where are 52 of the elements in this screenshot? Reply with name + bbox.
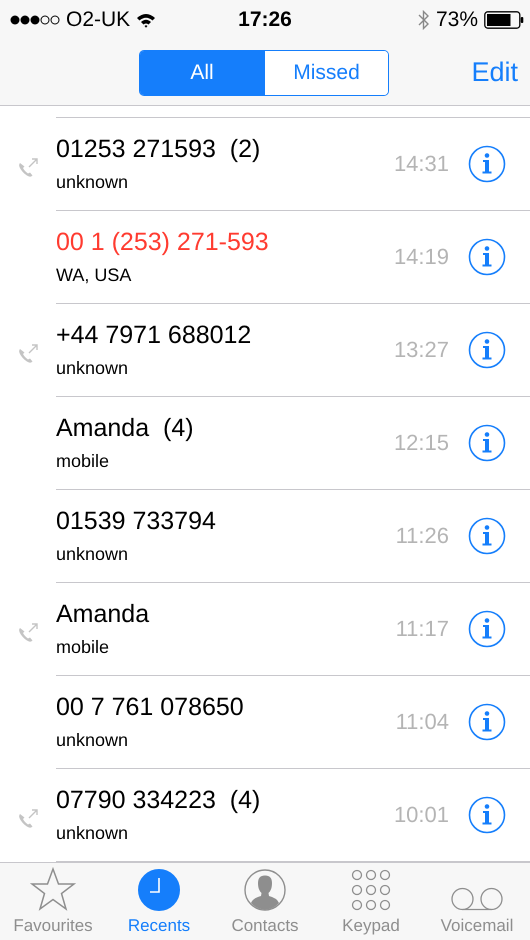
caller-label: unknown (56, 730, 130, 751)
tab-bar-item[interactable]: Keypad (318, 863, 424, 940)
info-icon[interactable] (468, 424, 506, 462)
caller-label: unknown (56, 823, 130, 844)
battery-percent: 73% (436, 8, 478, 32)
caller-label: WA, USA (56, 265, 132, 286)
info-icon[interactable] (468, 238, 506, 276)
info-icon[interactable] (468, 145, 506, 183)
wifi-icon (136, 12, 156, 28)
caller-label: mobile (56, 637, 110, 658)
signal-icon (10, 14, 60, 26)
caller-number: 00 1 (253) 271-593 (56, 228, 270, 257)
caller-number: Amanda (4) (56, 414, 195, 443)
call-time: 10:01 (394, 802, 449, 828)
caller-label: unknown (56, 172, 130, 193)
info-icon[interactable] (468, 331, 506, 369)
caller-number: Amanda (56, 600, 150, 629)
info-icon[interactable] (468, 610, 506, 648)
clock-icon (138, 869, 180, 911)
call-time: 14:19 (394, 244, 449, 270)
caller-label: mobile (56, 451, 110, 472)
caller-number: +44 7971 688012 (56, 321, 252, 350)
tab-bar-item[interactable]: Recents (106, 863, 212, 940)
info-icon[interactable] (468, 796, 506, 834)
carrier-name: O2-UK (66, 8, 130, 32)
call-time: 11:04 (396, 709, 449, 735)
keypad-icon (350, 869, 392, 911)
call-time: 11:17 (396, 616, 449, 642)
filter-tab[interactable]: All (140, 50, 264, 94)
caller-label: unknown (56, 544, 130, 565)
call-time: 14:31 (394, 151, 449, 177)
caller-number: 00 7 761 078650 (56, 693, 245, 722)
tab-bar-item[interactable]: Contacts (212, 863, 318, 940)
call-time: 12:15 (394, 430, 449, 456)
battery-icon (484, 11, 524, 29)
caller-number: 01539 733794 (56, 507, 217, 536)
filter-tab[interactable]: Missed (264, 50, 388, 94)
voicemail-icon (451, 887, 503, 911)
info-icon[interactable] (468, 703, 506, 741)
call-time: 11:26 (396, 523, 449, 549)
call-time: 13:27 (394, 337, 449, 363)
caller-label: unknown (56, 358, 130, 379)
caller-number: 01253 271593 (2) (56, 135, 262, 164)
info-icon[interactable] (468, 517, 506, 555)
tab-bar-item[interactable]: Favourites (0, 863, 106, 940)
edit-button[interactable]: Edit (471, 57, 518, 88)
star-icon (30, 867, 76, 911)
contact-icon (244, 869, 286, 911)
bluetooth-icon (418, 10, 430, 30)
caller-number: 07790 334223 (4) (56, 786, 262, 815)
tab-bar-item[interactable]: Voicemail (424, 863, 530, 940)
status-time: 17:26 (238, 8, 292, 32)
